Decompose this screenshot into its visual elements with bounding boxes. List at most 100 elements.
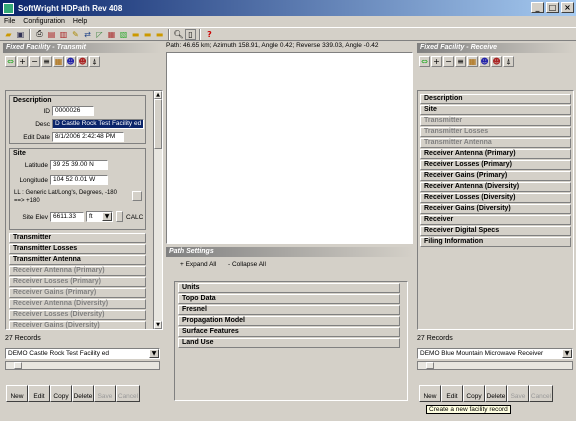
edit-button[interactable]: Edit xyxy=(28,385,50,402)
section-transmitter[interactable]: Transmitter xyxy=(420,116,571,126)
section-receiver[interactable]: Receiver xyxy=(420,215,571,225)
export-icon[interactable]: ▥ xyxy=(58,29,69,40)
section-site[interactable]: Site xyxy=(420,105,571,115)
section-receiver-antenna-diversity[interactable]: Receiver Antenna (Diversity) xyxy=(420,182,571,192)
menu-file[interactable]: File xyxy=(4,18,15,25)
zoom-icon[interactable]: 🔍︎ xyxy=(173,29,184,40)
people-2-icon[interactable]: ☻ xyxy=(77,56,88,67)
edit-icon[interactable]: ✎ xyxy=(70,29,81,40)
section-transmitter-losses[interactable]: Transmitter Losses xyxy=(9,244,146,254)
help-icon[interactable]: ? xyxy=(204,29,215,40)
swap-icon[interactable]: ⇄ xyxy=(82,29,93,40)
elev-spin-button[interactable] xyxy=(116,211,123,222)
fit-width-icon[interactable]: ⇔ xyxy=(419,56,430,67)
scroll-down-icon[interactable]: ▼ xyxy=(154,321,162,329)
collapse-all-link[interactable]: - Collapse All xyxy=(228,261,266,268)
path-profile-canvas[interactable] xyxy=(166,52,413,244)
section-receiver-losses-diversity[interactable]: Receiver Losses (Diversity) xyxy=(9,310,146,320)
list-icon[interactable]: ≡ xyxy=(41,56,52,67)
transmit-scrollbar[interactable]: ▲ ▼ xyxy=(153,91,162,329)
close-button[interactable]: × xyxy=(561,2,574,13)
expand-all-link[interactable]: + Expand All xyxy=(180,261,216,268)
maximize-button[interactable]: □ xyxy=(546,2,559,13)
filter-icon[interactable]: ⍋ xyxy=(89,56,100,67)
hscroll-thumb[interactable] xyxy=(14,362,22,369)
id-field[interactable]: 0000026 xyxy=(52,106,94,116)
receive-facility-select[interactable]: DEMO Blue Mountain Microwave Receiver ▼ xyxy=(417,348,573,359)
path-setting-land-use[interactable]: Land Use xyxy=(178,338,400,348)
open-folder-icon[interactable]: ▰ xyxy=(3,29,14,40)
new-button[interactable]: New xyxy=(419,385,441,402)
section-receiver-antenna-primary[interactable]: Receiver Antenna (Primary) xyxy=(9,266,146,276)
path-setting-fresnel[interactable]: Fresnel xyxy=(178,305,400,315)
folder-icon[interactable]: ▬ xyxy=(130,29,141,40)
cancel-button[interactable]: Cancel xyxy=(529,385,553,402)
people-icon[interactable]: ☻ xyxy=(65,56,76,67)
save-button[interactable]: Save xyxy=(94,385,116,402)
minus-icon[interactable]: − xyxy=(29,56,40,67)
grid-icon[interactable]: ▦ xyxy=(467,56,478,67)
section-transmitter-antenna[interactable]: Transmitter Antenna xyxy=(9,255,146,265)
report-icon[interactable]: ▦ xyxy=(106,29,117,40)
receive-hscroll[interactable] xyxy=(417,361,573,370)
import-icon[interactable]: ▤ xyxy=(46,29,57,40)
document-icon[interactable]: ▯ xyxy=(185,28,196,40)
filter-icon[interactable]: ⍋ xyxy=(503,56,514,67)
section-transmitter[interactable]: Transmitter xyxy=(9,233,146,243)
delete-button[interactable]: Delete xyxy=(485,385,507,402)
section-receiver-antenna-diversity[interactable]: Receiver Antenna (Diversity) xyxy=(9,299,146,309)
plus-icon[interactable]: + xyxy=(431,56,442,67)
path-setting-units[interactable]: Units xyxy=(178,283,400,293)
minus-icon[interactable]: − xyxy=(443,56,454,67)
elev-unit-select[interactable]: ft ▼ xyxy=(86,211,113,222)
ll-select-button[interactable] xyxy=(132,191,142,201)
list-icon[interactable]: ≡ xyxy=(455,56,466,67)
minimize-button[interactable]: _ xyxy=(531,2,544,13)
edit-button[interactable]: Edit xyxy=(441,385,463,402)
fit-width-icon[interactable]: ⇔ xyxy=(5,56,16,67)
path-icon[interactable]: ◸ xyxy=(94,29,105,40)
menu-configuration[interactable]: Configuration xyxy=(23,18,65,25)
delete-button[interactable]: Delete xyxy=(72,385,94,402)
section-receiver-losses-primary[interactable]: Receiver Losses (Primary) xyxy=(420,160,571,170)
transmit-facility-select[interactable]: DEMO Castle Rock Test Facility ed ▼ xyxy=(5,348,160,359)
section-transmitter-losses[interactable]: Transmitter Losses xyxy=(420,127,571,137)
desc-field[interactable]: D Castle Rock Test Facility ed xyxy=(52,119,144,129)
plus-icon[interactable]: + xyxy=(17,56,28,67)
transmit-hscroll[interactable] xyxy=(5,361,160,370)
print-icon[interactable]: ⎙ xyxy=(34,29,45,40)
latitude-field[interactable]: 39 25 39.00 N xyxy=(50,160,108,170)
hscroll-thumb[interactable] xyxy=(426,362,434,369)
section-receiver-gains-primary[interactable]: Receiver Gains (Primary) xyxy=(420,171,571,181)
section-receiver-gains-diversity[interactable]: Receiver Gains (Diversity) xyxy=(9,321,146,329)
section-filing-information[interactable]: Filing Information xyxy=(420,237,571,247)
section-receiver-digital-specs[interactable]: Receiver Digital Specs xyxy=(420,226,571,236)
folder-3-icon[interactable]: ▬ xyxy=(154,29,165,40)
section-receiver-antenna-primary[interactable]: Receiver Antenna (Primary) xyxy=(420,149,571,159)
longitude-field[interactable]: 104 52 0.01 W xyxy=(50,175,108,185)
section-transmitter-antenna[interactable]: Transmitter Antenna xyxy=(420,138,571,148)
copy-button[interactable]: Copy xyxy=(463,385,485,402)
section-receiver-gains-diversity[interactable]: Receiver Gains (Diversity) xyxy=(420,204,571,214)
people-icon[interactable]: ☻ xyxy=(479,56,490,67)
new-button[interactable]: New xyxy=(6,385,28,402)
section-receiver-losses-primary[interactable]: Receiver Losses (Primary) xyxy=(9,277,146,287)
save-icon[interactable]: ▣ xyxy=(15,29,26,40)
scroll-up-icon[interactable]: ▲ xyxy=(154,91,162,99)
save-button[interactable]: Save xyxy=(507,385,529,402)
grid-icon[interactable]: ▦ xyxy=(53,56,64,67)
calc-label[interactable]: CALC xyxy=(126,214,143,221)
folder-2-icon[interactable]: ▬ xyxy=(142,29,153,40)
section-receiver-gains-primary[interactable]: Receiver Gains (Primary) xyxy=(9,288,146,298)
people-2-icon[interactable]: ☻ xyxy=(491,56,502,67)
menu-help[interactable]: Help xyxy=(73,18,87,25)
chart-icon[interactable]: ▧ xyxy=(118,29,129,40)
scroll-thumb[interactable] xyxy=(154,99,162,149)
path-setting-surface-features[interactable]: Surface Features xyxy=(178,327,400,337)
section-description[interactable]: Description xyxy=(420,94,571,104)
site-elev-field[interactable]: 6611.33 xyxy=(50,212,84,222)
path-setting-propagation-model[interactable]: Propagation Model xyxy=(178,316,400,326)
copy-button[interactable]: Copy xyxy=(50,385,72,402)
cancel-button[interactable]: Cancel xyxy=(116,385,140,402)
section-receiver-losses-diversity[interactable]: Receiver Losses (Diversity) xyxy=(420,193,571,203)
